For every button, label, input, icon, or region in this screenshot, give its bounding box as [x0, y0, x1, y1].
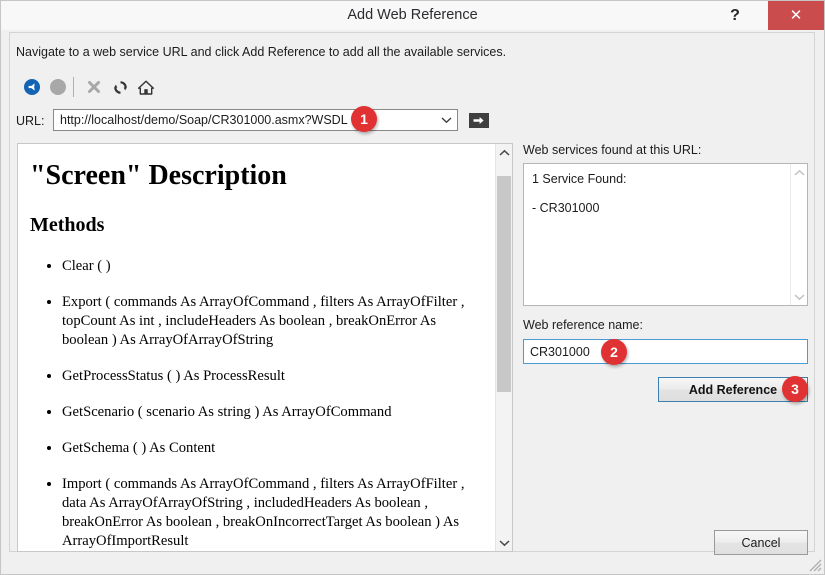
chevron-up-icon — [791, 164, 807, 181]
chevron-down-icon[interactable] — [435, 110, 457, 130]
go-arrow-icon[interactable] — [469, 113, 489, 128]
window-title: Add Web Reference — [347, 7, 478, 23]
add-reference-label: Add Reference — [688, 382, 778, 397]
services-found-text: 1 Service Found: — [532, 172, 627, 186]
wsdl-browser-pane[interactable]: "Screen" Description Methods Clear ( ) E… — [17, 143, 513, 552]
browser-scrollbar[interactable] — [495, 144, 512, 551]
services-scrollbar — [790, 164, 807, 305]
chevron-up-icon[interactable] — [496, 144, 512, 161]
reference-name-label: Web reference name: — [523, 318, 643, 332]
back-icon[interactable] — [19, 74, 45, 100]
services-label: Web services found at this URL: — [523, 143, 702, 157]
stop-icon — [81, 74, 107, 100]
scrollbar-thumb[interactable] — [497, 176, 511, 392]
instruction-text: Navigate to a web service URL and click … — [16, 45, 507, 59]
reference-name-field[interactable] — [523, 339, 808, 364]
annotation-badge-1: 1 — [351, 106, 377, 132]
navigation-toolbar — [19, 74, 159, 102]
document-subtitle: Methods — [30, 214, 105, 236]
list-item: Export ( commands As ArrayOfCommand , fi… — [62, 293, 482, 350]
toolbar-separator — [73, 77, 74, 97]
url-input[interactable] — [54, 110, 435, 130]
list-item[interactable]: - CR301000 — [532, 201, 627, 217]
url-combobox[interactable] — [53, 109, 458, 131]
document-title: "Screen" Description — [30, 160, 287, 191]
add-web-reference-dialog: Add Web Reference ? ✕ Navigate to a web … — [0, 0, 825, 575]
reference-name-input[interactable] — [524, 340, 807, 363]
annotation-badge-2: 2 — [601, 339, 627, 365]
method-list: Clear ( ) Export ( commands As ArrayOfCo… — [18, 257, 496, 551]
resize-grip[interactable] — [808, 558, 822, 572]
close-button[interactable]: ✕ — [768, 1, 824, 30]
help-button[interactable]: ? — [720, 1, 750, 30]
services-list: 1 Service Found: - CR301000 — [532, 172, 627, 216]
title-bar: Add Web Reference ? ✕ — [1, 1, 824, 30]
list-item: GetSchema ( ) As Content — [62, 439, 482, 458]
chevron-down-icon[interactable] — [496, 534, 512, 551]
url-label: URL: — [16, 114, 45, 128]
refresh-icon[interactable] — [107, 74, 133, 100]
list-item: GetProcessStatus ( ) As ProcessResult — [62, 367, 482, 386]
list-item: Clear ( ) — [62, 257, 482, 276]
services-listbox[interactable]: 1 Service Found: - CR301000 — [523, 163, 808, 306]
chevron-down-icon — [791, 288, 807, 305]
home-icon[interactable] — [133, 74, 159, 100]
annotation-badge-3: 3 — [782, 376, 808, 402]
browser-document: "Screen" Description Methods Clear ( ) E… — [18, 144, 496, 551]
forward-icon — [45, 74, 71, 100]
close-icon: ✕ — [789, 7, 803, 24]
list-item: GetScenario ( scenario As string ) As Ar… — [62, 403, 482, 422]
cancel-button[interactable]: Cancel — [714, 530, 808, 555]
list-item: Import ( commands As ArrayOfCommand , fi… — [62, 475, 482, 551]
cancel-label: Cancel — [741, 535, 781, 550]
